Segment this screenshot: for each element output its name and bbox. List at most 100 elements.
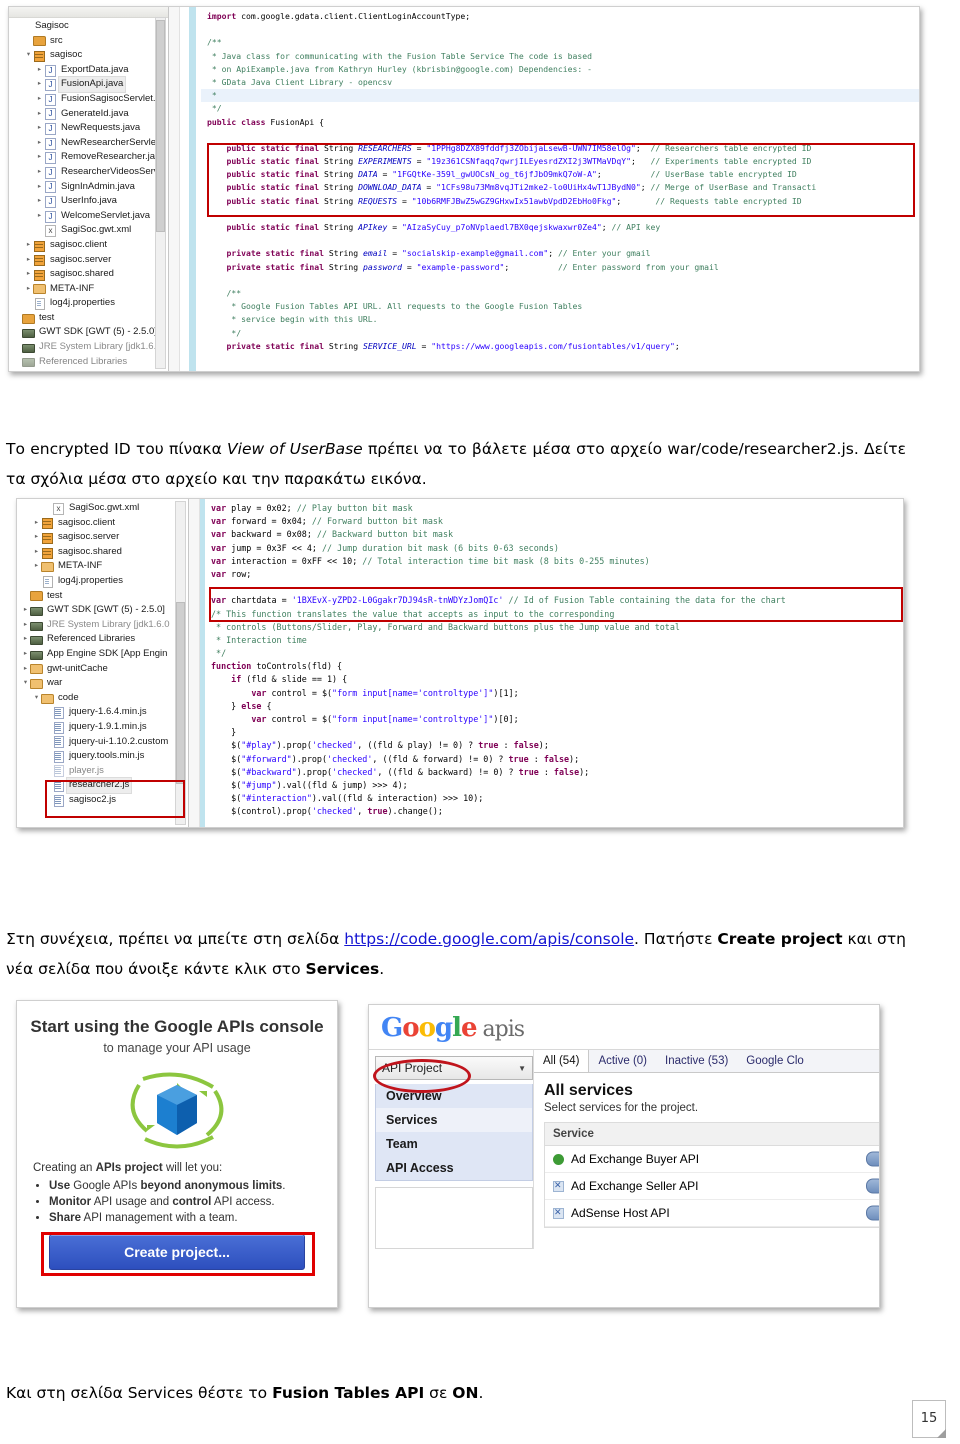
chevron-right-icon[interactable]: [35, 154, 44, 161]
tree-item[interactable]: gwt-unitCache: [17, 662, 188, 677]
tree-item[interactable]: GWT SDK [GWT (5) - 2.5.0]: [17, 603, 188, 618]
code-line: public static final String APIkey = "AIz…: [226, 222, 661, 232]
tree-item[interactable]: JRE System Library [jdk1.6.0: [17, 618, 188, 633]
tree-item[interactable]: jquery-ui-1.10.2.custom: [17, 735, 188, 750]
tree-item[interactable]: test: [17, 589, 188, 604]
tree-item[interactable]: SagiSoc.gwt.xml: [17, 501, 188, 516]
chevron-right-icon[interactable]: [35, 96, 44, 103]
tree-scrollbar-thumb[interactable]: [156, 20, 165, 232]
chevron-right-icon[interactable]: [32, 549, 41, 556]
tree-item[interactable]: App Engine SDK [App Engin: [17, 647, 188, 662]
chevron-right-icon[interactable]: [35, 184, 44, 191]
tab-all[interactable]: All (54): [534, 1050, 590, 1072]
table-row[interactable]: AdSense Host API: [545, 1200, 879, 1227]
chevron-right-icon[interactable]: [24, 257, 33, 264]
chevron-right-icon[interactable]: [35, 169, 44, 176]
tree-scrollbar-thumb-2[interactable]: [176, 602, 185, 784]
tree-item[interactable]: SignInAdmin.java: [9, 180, 168, 195]
tree-item[interactable]: sagisoc.client: [17, 516, 188, 531]
fold-gutter[interactable]: [169, 7, 180, 371]
tree-item[interactable]: sagisoc.client: [9, 238, 168, 253]
chevron-right-icon[interactable]: [35, 140, 44, 147]
code-line: $("#interaction").val((fld & interaction…: [211, 793, 484, 804]
tree-item[interactable]: test: [9, 311, 168, 326]
chevron-down-icon[interactable]: [24, 52, 33, 59]
tree-item[interactable]: jquery-1.6.4.min.js: [17, 705, 188, 720]
chevron-right-icon[interactable]: [24, 286, 33, 293]
chevron-right-icon[interactable]: [24, 271, 33, 278]
sidebar-item-services[interactable]: Services: [376, 1108, 532, 1132]
javascript-source-editor[interactable]: var play = 0x02; // Play button bit mask…: [205, 499, 903, 827]
tree-item[interactable]: WelcomeServlet.java: [9, 209, 168, 224]
tree-item[interactable]: src: [9, 34, 168, 49]
tree-item[interactable]: GenerateId.java: [9, 107, 168, 122]
chevron-right-icon[interactable]: [32, 534, 41, 541]
apis-console-link[interactable]: https://code.google.com/apis/console: [344, 930, 634, 948]
tree-item[interactable]: jquery.tools.min.js: [17, 749, 188, 764]
table-row[interactable]: Ad Exchange Seller API: [545, 1173, 879, 1200]
project-explorer-tree[interactable]: Sagisoc src sagisoc ExportData.javaFusionAp…: [9, 7, 169, 371]
tree-item[interactable]: sagisoc2.js: [17, 793, 188, 808]
chevron-right-icon[interactable]: [21, 607, 30, 614]
tree-item[interactable]: Referenced Libraries: [17, 632, 188, 647]
fold-gutter-2[interactable]: [189, 499, 200, 827]
java-source-editor[interactable]: import com.google.gdata.client.ClientLog…: [201, 7, 919, 371]
tree-item[interactable]: log4j.properties: [9, 296, 168, 311]
tree-item[interactable]: GWT SDK [GWT (5) - 2.5.0]: [9, 325, 168, 340]
tree-item[interactable]: NewRequests.java: [9, 121, 168, 136]
tree-item[interactable]: NewResearcherServlet: [9, 136, 168, 151]
tree-item[interactable]: log4j.properties: [17, 574, 188, 589]
tree-scrollbar[interactable]: [155, 17, 166, 369]
tree-item[interactable]: sagisoc.server: [9, 253, 168, 268]
java-icon: [44, 108, 56, 121]
tree-scrollbar-2[interactable]: [175, 501, 186, 825]
chevron-right-icon[interactable]: [35, 67, 44, 74]
sidebar-item-api-access[interactable]: API Access: [376, 1156, 532, 1180]
tree-item[interactable]: ExportData.java: [9, 63, 168, 78]
tree-item[interactable]: player.js: [17, 764, 188, 779]
tree-item[interactable]: researcher2.js: [17, 777, 188, 794]
chevron-right-icon[interactable]: [35, 111, 44, 118]
tree-item[interactable]: sagisoc.shared: [17, 545, 188, 560]
chevron-right-icon[interactable]: [32, 520, 41, 527]
chevron-down-icon[interactable]: [32, 695, 41, 702]
chevron-right-icon[interactable]: [24, 242, 33, 249]
chevron-right-icon[interactable]: [21, 651, 30, 658]
tree-item[interactable]: FusionApi.java: [9, 76, 168, 93]
service-toggle[interactable]: [866, 1151, 879, 1167]
tree-item[interactable]: jquery-1.9.1.min.js: [17, 720, 188, 735]
tree-item[interactable]: META-INF: [17, 559, 188, 574]
chevron-right-icon[interactable]: [35, 198, 44, 205]
sidebar-item-team[interactable]: Team: [376, 1132, 532, 1156]
tree-item[interactable]: Referenced Libraries: [9, 355, 168, 370]
chevron-right-icon[interactable]: [32, 563, 41, 570]
tree-item[interactable]: FusionSagisocServlet.j: [9, 92, 168, 107]
chevron-right-icon[interactable]: [35, 81, 44, 88]
chevron-right-icon[interactable]: [35, 125, 44, 132]
tab-inactive[interactable]: Inactive (53): [656, 1050, 737, 1072]
chevron-right-icon[interactable]: [21, 636, 30, 643]
tree-item[interactable]: ResearcherVideosServ: [9, 165, 168, 180]
chevron-right-icon[interactable]: [21, 622, 30, 629]
tree-item[interactable]: UserInfo.java: [9, 194, 168, 209]
chevron-right-icon[interactable]: [35, 213, 44, 220]
project-explorer-tree-2[interactable]: SagiSoc.gwt.xml sagisoc.client sagisoc.ser…: [17, 499, 189, 827]
tab-active[interactable]: Active (0): [589, 1050, 656, 1072]
service-toggle[interactable]: [866, 1178, 879, 1194]
tree-item[interactable]: JRE System Library [jdk1.6.0: [9, 340, 168, 355]
tree-item[interactable]: Sagisoc: [9, 19, 168, 34]
chevron-down-icon[interactable]: [21, 680, 30, 687]
tree-item[interactable]: SagiSoc.gwt.xml: [9, 223, 168, 238]
tree-item[interactable]: code: [17, 691, 188, 706]
tree-item[interactable]: sagisoc: [9, 48, 168, 63]
tree-item[interactable]: war: [17, 676, 188, 691]
tree-item[interactable]: META-INF: [9, 282, 168, 297]
tree-item[interactable]: sagisoc.shared: [9, 267, 168, 282]
tree-item[interactable]: RemoveResearcher.jav: [9, 150, 168, 165]
service-toggle[interactable]: [866, 1205, 879, 1221]
chevron-right-icon[interactable]: [21, 666, 30, 673]
overview-ruler[interactable]: [189, 7, 196, 371]
tree-item[interactable]: sagisoc.server: [17, 530, 188, 545]
tab-google[interactable]: Google Clo: [737, 1050, 813, 1072]
table-row[interactable]: Ad Exchange Buyer API: [545, 1146, 879, 1173]
